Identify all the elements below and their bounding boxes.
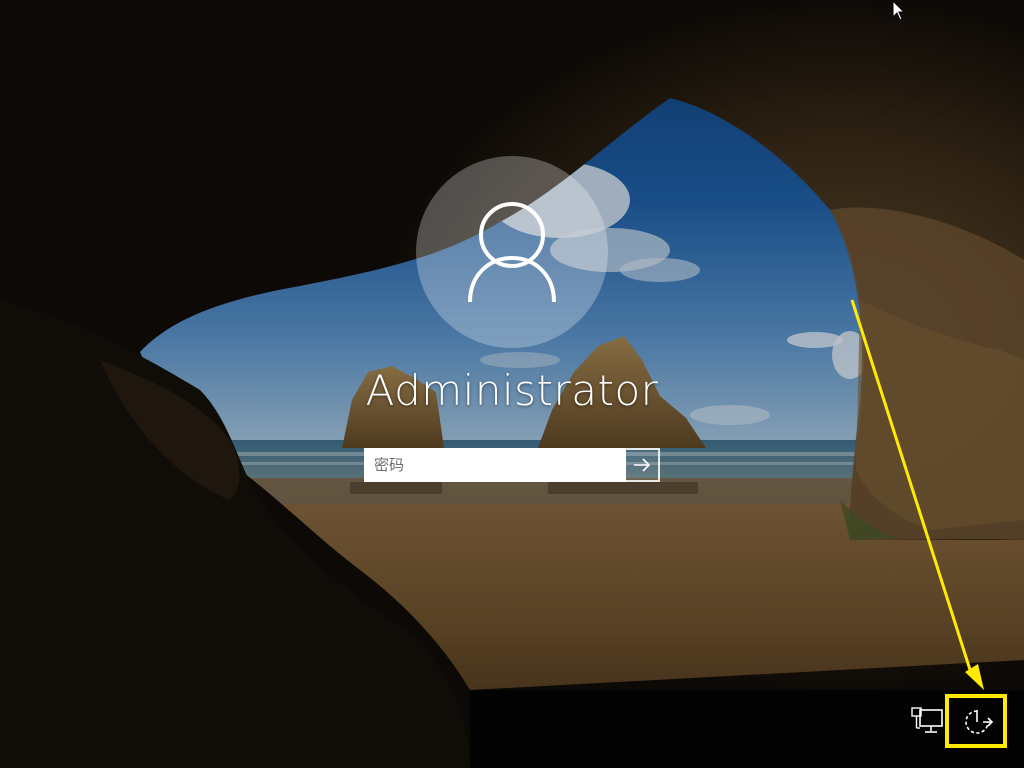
arrow-right-icon — [633, 458, 651, 472]
user-silhouette-icon — [416, 156, 608, 348]
power-button[interactable] — [952, 698, 1004, 746]
lock-screen: Administrator — [0, 0, 1024, 768]
sign-in-panel: Administrator — [0, 0, 1024, 768]
user-avatar — [416, 156, 608, 348]
submit-button[interactable] — [626, 448, 660, 482]
password-input[interactable] — [364, 448, 626, 482]
password-row — [364, 448, 660, 482]
user-name: Administrator — [312, 362, 712, 420]
power-icon — [961, 706, 995, 738]
network-icon — [910, 707, 946, 737]
network-button[interactable] — [908, 702, 948, 742]
